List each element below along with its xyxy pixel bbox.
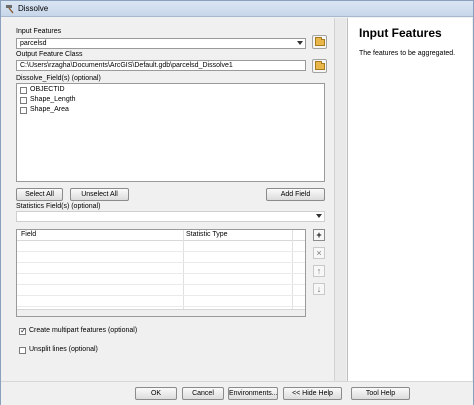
help-panel: Input Features The features to be aggreg… — [347, 18, 472, 381]
hide-help-button[interactable]: << Hide Help — [283, 387, 342, 400]
statistics-field-combo[interactable] — [16, 211, 325, 222]
output-feature-class-browse-button[interactable] — [312, 59, 327, 73]
chevron-down-icon[interactable] — [297, 41, 303, 45]
move-up-button[interactable]: ↑ — [313, 265, 325, 277]
button-bar: OK Cancel Environments... << Hide Help T… — [1, 381, 473, 405]
table-row[interactable] — [17, 275, 305, 285]
checkbox[interactable] — [19, 347, 26, 354]
table-row[interactable] — [17, 264, 305, 274]
dissolve-field-label: Shape_Length — [30, 96, 76, 103]
unsplit-lines-label: Unsplit lines (optional) — [29, 346, 98, 353]
input-features-browse-button[interactable] — [312, 35, 327, 49]
environments-button[interactable]: Environments... — [228, 387, 278, 400]
vertical-scrollbar[interactable] — [334, 18, 346, 381]
input-features-label: Input Features — [16, 28, 62, 35]
table-row[interactable] — [17, 286, 305, 296]
help-title: Input Features — [359, 26, 442, 40]
checkbox[interactable] — [20, 97, 27, 104]
create-multipart-label: Create multipart features (optional) — [29, 327, 138, 334]
output-feature-class-label: Output Feature Class — [16, 51, 83, 58]
table-header: Field Statistic Type — [17, 230, 305, 241]
add-field-button[interactable]: Add Field — [266, 188, 325, 201]
table-row[interactable] — [17, 253, 305, 263]
tool-help-button[interactable]: Tool Help — [351, 387, 410, 400]
dissolve-fields-label: Dissolve_Field(s) (optional) — [16, 75, 101, 82]
column-header-statistic-type: Statistic Type — [186, 231, 228, 238]
window-title: Dissolve — [18, 4, 49, 13]
title-bar: Dissolve — [1, 1, 473, 17]
input-features-value: parcelsd — [20, 40, 47, 47]
help-text: The features to be aggregated. — [359, 50, 456, 57]
move-down-button[interactable]: ↓ — [313, 283, 325, 295]
hammer-icon — [6, 5, 14, 14]
statistics-fields-label: Statistics Field(s) (optional) — [16, 203, 101, 210]
dissolve-dialog: Dissolve Input Features parcelsd Output … — [0, 0, 474, 405]
folder-icon — [315, 37, 325, 46]
dissolve-field-label: Shape_Area — [30, 106, 69, 113]
table-row[interactable] — [17, 297, 305, 307]
column-header-field: Field — [21, 231, 37, 238]
horizontal-scrollbar[interactable] — [17, 309, 305, 316]
dissolve-field-label: OBJECTID — [30, 86, 65, 93]
statistics-table[interactable]: Field Statistic Type — [16, 229, 306, 317]
dissolve-fields-list[interactable]: OBJECTID Shape_Length Shape_Area — [16, 83, 325, 182]
parameters-panel: Input Features parcelsd Output Feature C… — [12, 19, 330, 379]
add-row-button[interactable]: + — [313, 229, 325, 241]
checkbox[interactable] — [19, 326, 27, 335]
checkbox[interactable] — [20, 107, 27, 114]
output-feature-class-value: C:\Users\rzagha\Documents\ArcGIS\Default… — [20, 62, 233, 69]
table-row[interactable] — [17, 242, 305, 252]
cancel-button[interactable]: Cancel — [182, 387, 224, 400]
checkbox[interactable] — [20, 87, 27, 94]
remove-row-button[interactable]: × — [313, 247, 325, 259]
output-feature-class-field[interactable]: C:\Users\rzagha\Documents\ArcGIS\Default… — [16, 60, 306, 71]
folder-icon — [315, 61, 325, 70]
input-features-combo[interactable]: parcelsd — [16, 38, 306, 49]
ok-button[interactable]: OK — [135, 387, 177, 400]
select-all-button[interactable]: Select All — [16, 188, 63, 201]
unselect-all-button[interactable]: Unselect All — [70, 188, 129, 201]
chevron-down-icon[interactable] — [316, 214, 322, 218]
